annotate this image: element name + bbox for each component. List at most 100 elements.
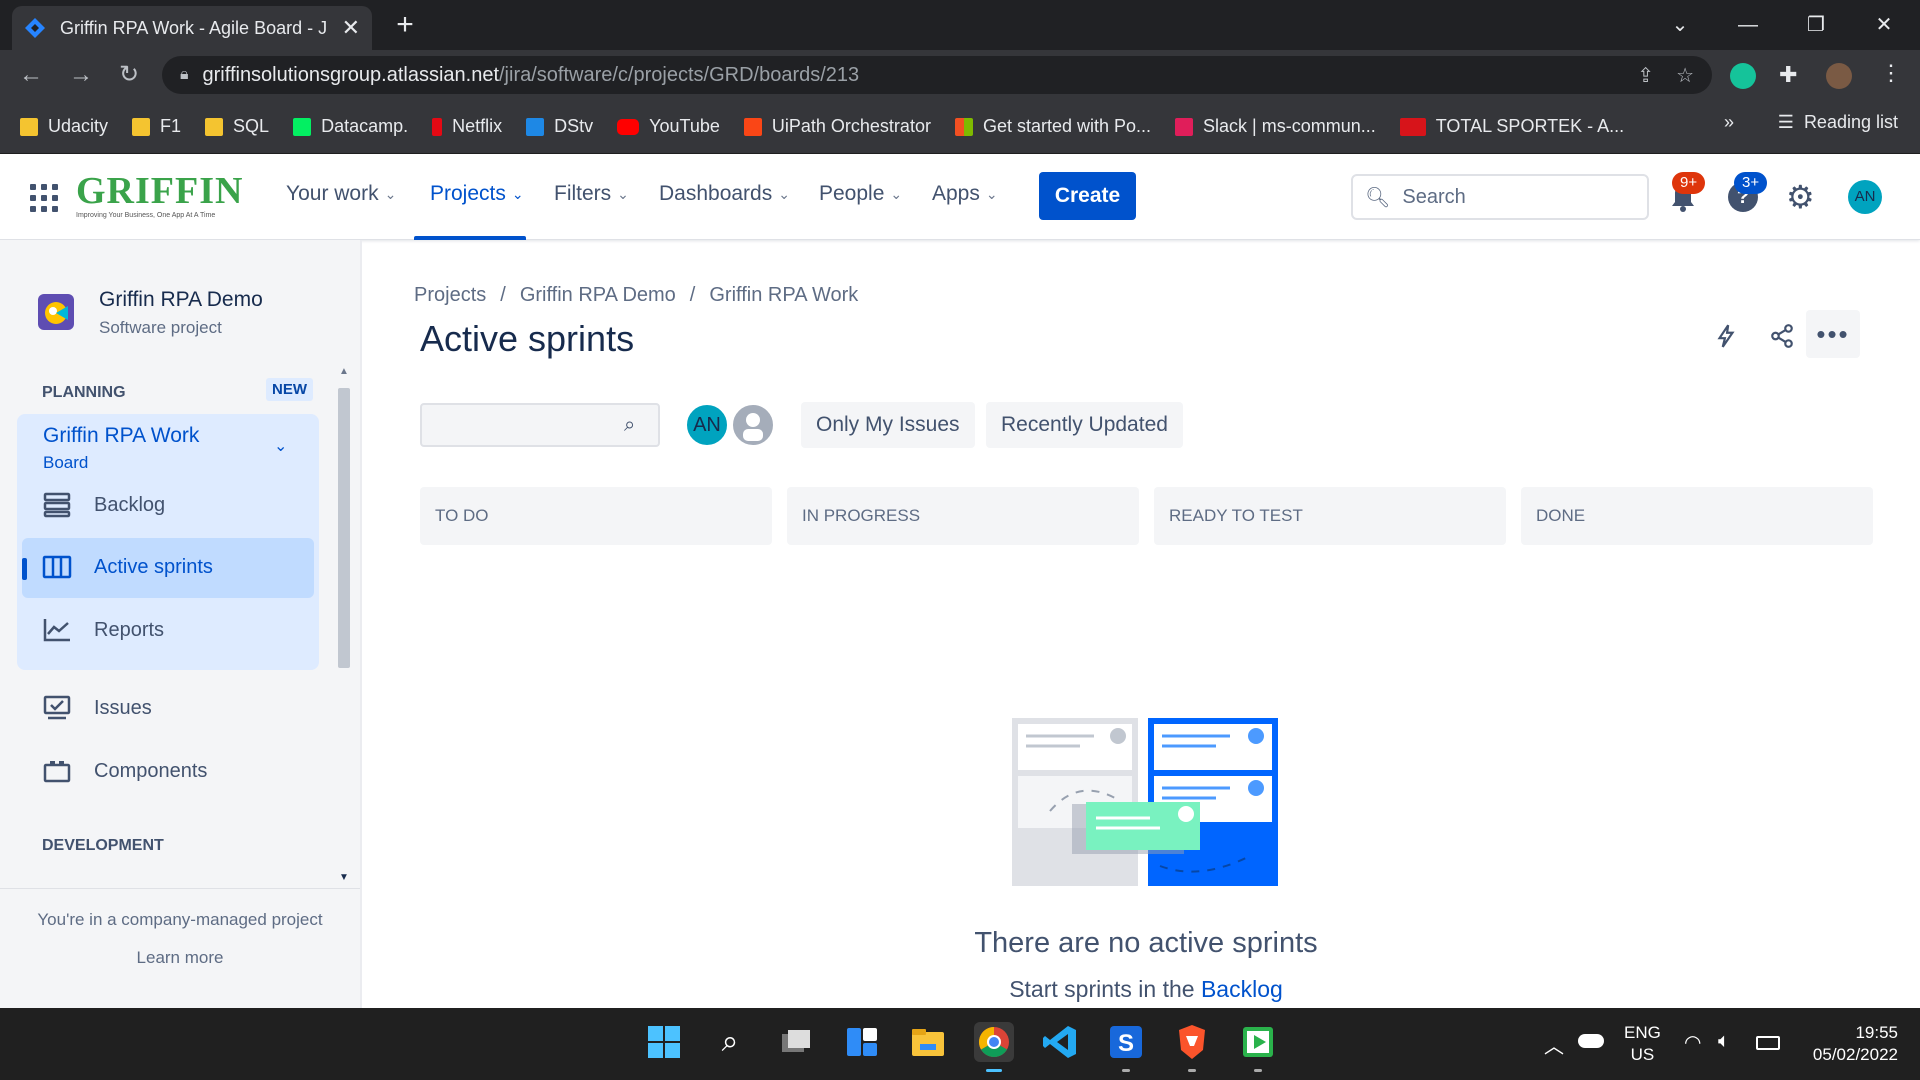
breadcrumb: Projects / Griffin RPA Demo / Griffin RP… [414, 284, 859, 307]
tray-overflow-icon[interactable]: ︿ [1544, 1030, 1564, 1059]
share-page-icon[interactable]: ⇪ [1637, 63, 1654, 88]
tab-search-icon[interactable]: ⌄ [1660, 8, 1700, 42]
recently-updated-filter[interactable]: Recently Updated [986, 402, 1183, 448]
bookmark-youtube[interactable]: YouTube [617, 116, 720, 137]
minimize-button[interactable]: — [1728, 8, 1768, 42]
restore-button[interactable]: ❐ [1796, 8, 1836, 42]
reload-icon[interactable]: ↻ [112, 58, 146, 92]
address-bar[interactable]: 🔒︎ griffinsolutionsgroup.atlassian.net/j… [162, 56, 1712, 94]
new-tab-button[interactable]: + [388, 8, 422, 42]
browser-menu-icon[interactable]: ⋮ [1880, 60, 1902, 86]
nav-your-work[interactable]: Your work ⌄ [286, 182, 396, 206]
bookmark-datacamp[interactable]: Datacamp. [293, 116, 408, 137]
onedrive-cloud-icon[interactable] [1578, 1034, 1604, 1048]
extensions-puzzle-icon[interactable]: ✚ [1779, 62, 1797, 88]
sidebar-item-active-sprints[interactable]: Active sprints [42, 554, 213, 580]
column-ready-to-test: READY TO TEST [1154, 487, 1506, 545]
battery-icon[interactable] [1756, 1036, 1780, 1050]
sidebar-item-issues[interactable]: Issues [42, 695, 152, 721]
empty-state-title: There are no active sprints [974, 927, 1318, 959]
wifi-icon[interactable]: ◠ [1684, 1030, 1701, 1055]
chevron-down-icon: ⌄ [384, 185, 397, 202]
task-view-icon[interactable] [776, 1022, 816, 1062]
sidebar-item-reports[interactable]: Reports [42, 617, 164, 643]
search-input[interactable]: 🔍︎ Search [1351, 174, 1649, 220]
search-icon[interactable]: ⌕ [710, 1022, 750, 1062]
backlog-link[interactable]: Backlog [1201, 976, 1283, 1002]
sourcetree-icon[interactable]: S [1106, 1022, 1146, 1062]
nav-people[interactable]: People ⌄ [819, 182, 902, 206]
scroll-up-icon[interactable]: ▲ [339, 366, 349, 377]
settings-gear-icon[interactable]: ⚙ [1786, 178, 1815, 216]
browser-tab[interactable]: Griffin RPA Work - Agile Board - J ✕ [12, 6, 372, 50]
chevron-down-icon[interactable]: ⌄ [274, 436, 287, 456]
chevron-down-icon: ⌄ [890, 185, 903, 202]
bookmark-udacity[interactable]: Udacity [20, 116, 108, 137]
empty-board-illustration [1012, 718, 1278, 886]
language-indicator[interactable]: ENG US [1624, 1022, 1661, 1066]
breadcrumb-board[interactable]: Griffin RPA Work [709, 284, 858, 307]
close-tab-icon[interactable]: ✕ [342, 15, 360, 41]
sidebar-scrollbar-thumb[interactable] [338, 388, 350, 668]
griffin-logo[interactable]: GRIFFIN Improving Your Business, One App… [76, 172, 246, 219]
column-in-progress: IN PROGRESS [787, 487, 1139, 545]
bookmark-uipath[interactable]: UiPath Orchestrator [743, 116, 931, 137]
camtasia-icon[interactable] [1238, 1022, 1278, 1062]
chrome-icon[interactable] [974, 1022, 1014, 1062]
grammarly-extension-icon[interactable] [1730, 63, 1756, 89]
folder-icon [205, 117, 224, 136]
volume-icon[interactable]: 🔈︎ [1718, 1030, 1730, 1053]
sidebar-item-backlog[interactable]: Backlog [42, 492, 165, 518]
project-name[interactable]: Griffin RPA Demo [99, 288, 263, 312]
only-my-issues-filter[interactable]: Only My Issues [801, 402, 975, 448]
bookmark-star-icon[interactable]: ☆ [1676, 63, 1694, 88]
forward-icon[interactable]: → [64, 58, 98, 92]
profile-avatar[interactable] [1826, 63, 1852, 89]
active-app-indicator [986, 1069, 1002, 1072]
bookmark-powerbi[interactable]: Get started with Po... [954, 116, 1151, 137]
vscode-icon[interactable] [1040, 1022, 1080, 1062]
user-avatar[interactable]: AN [1848, 180, 1882, 214]
reading-list-button[interactable]: ☰ Reading list [1778, 112, 1898, 133]
nav-filters[interactable]: Filters ⌄ [554, 182, 629, 206]
create-button[interactable]: Create [1039, 172, 1136, 220]
jira-icon [25, 18, 45, 38]
slack-icon [1175, 117, 1194, 136]
bookmark-total-sportek[interactable]: TOTAL SPORTEK - A... [1399, 116, 1624, 137]
bookmark-dstv[interactable]: DStv [526, 116, 593, 137]
netflix-icon [432, 117, 443, 136]
bookmark-netflix[interactable]: Netflix [432, 116, 502, 137]
brave-icon[interactable] [1172, 1022, 1212, 1062]
bookmark-sql[interactable]: SQL [205, 116, 269, 137]
widgets-icon[interactable] [842, 1022, 882, 1062]
nav-apps[interactable]: Apps ⌄ [932, 182, 998, 206]
unassigned-avatar-icon[interactable] [730, 402, 776, 448]
bookmark-f1[interactable]: F1 [132, 116, 181, 137]
start-icon[interactable] [644, 1022, 684, 1062]
components-icon [43, 761, 71, 783]
nav-projects[interactable]: Projects ⌄ [430, 182, 524, 206]
scroll-down-icon[interactable]: ▼ [339, 872, 349, 883]
app-switcher-icon[interactable] [30, 184, 58, 212]
breadcrumb-project[interactable]: Griffin RPA Demo [520, 284, 676, 307]
file-explorer-icon[interactable] [908, 1022, 948, 1062]
search-icon: 🔍︎ [1365, 186, 1391, 209]
active-item-indicator [22, 558, 27, 580]
chevron-down-icon: ⌄ [617, 185, 629, 202]
clock[interactable]: 19:55 05/02/2022 [1813, 1022, 1898, 1066]
back-icon[interactable]: ← [14, 58, 48, 92]
board-name[interactable]: Griffin RPA Work [43, 424, 199, 448]
browser-tab-strip: Griffin RPA Work - Agile Board - J ✕ + ⌄… [0, 0, 1920, 50]
assignee-avatar[interactable]: AN [684, 402, 730, 448]
nav-dashboards[interactable]: Dashboards ⌄ [659, 182, 790, 206]
ts-icon [1399, 117, 1426, 136]
bookmarks-overflow-button[interactable]: » [1724, 112, 1734, 133]
bookmark-slack[interactable]: Slack | ms-commun... [1175, 116, 1376, 137]
automation-lightning-icon[interactable] [1706, 316, 1746, 356]
close-window-button[interactable]: ✕ [1864, 8, 1904, 42]
sidebar-item-components[interactable]: Components [42, 758, 207, 784]
breadcrumb-projects[interactable]: Projects [414, 284, 486, 307]
share-icon[interactable] [1762, 316, 1802, 356]
bookmarks-bar: Udacity F1 SQL Datacamp. Netflix DStv Yo… [0, 100, 1920, 154]
more-actions-icon[interactable]: ••• [1806, 310, 1860, 358]
